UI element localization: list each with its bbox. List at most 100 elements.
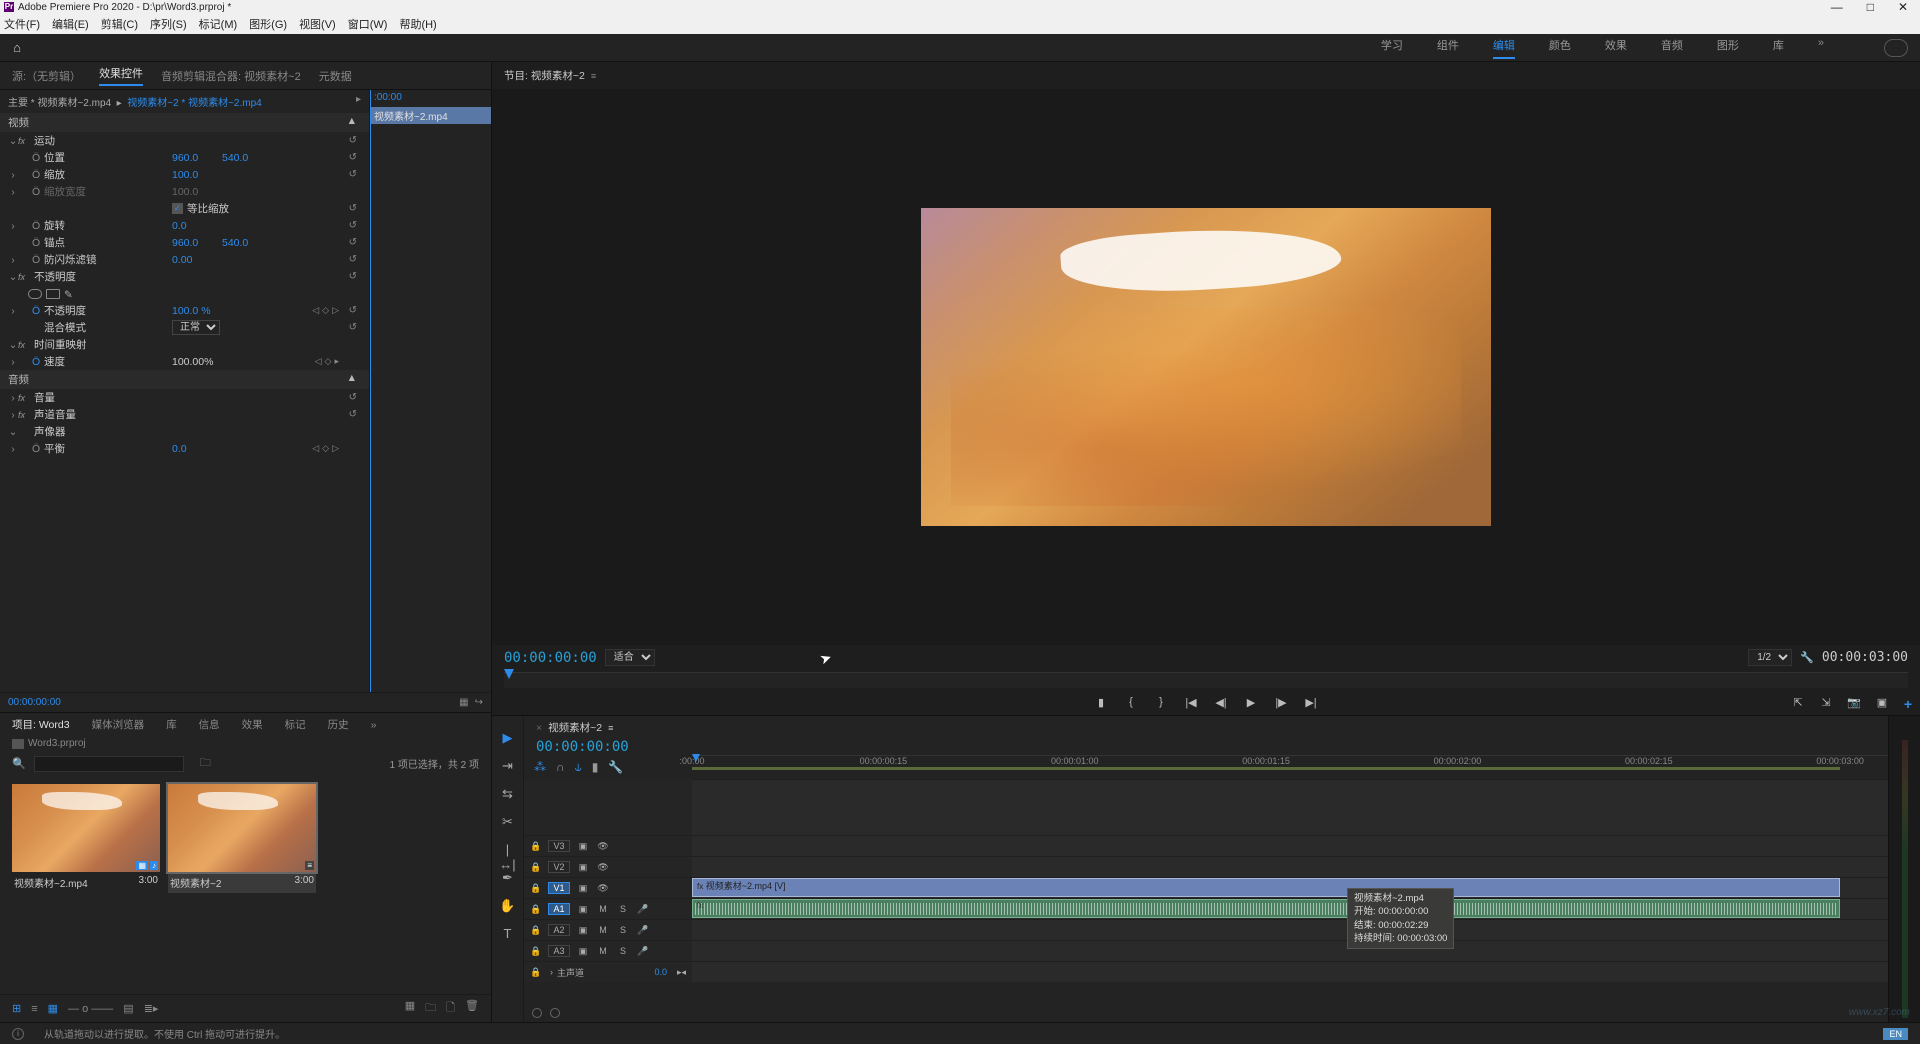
settings-wrench-icon[interactable]: 🔧 — [1800, 651, 1814, 664]
workspace-audio[interactable]: 音频 — [1661, 37, 1683, 59]
timeline-scroll-handle[interactable] — [550, 1008, 560, 1018]
panel-menu-icon[interactable]: ≡ — [608, 723, 613, 733]
workspace-learning[interactable]: 学习 — [1381, 37, 1403, 59]
new-item-icon[interactable]: 🗋 — [446, 999, 455, 1018]
track-a2[interactable] — [692, 919, 1888, 940]
solo-icon[interactable]: S — [616, 904, 630, 914]
play-button[interactable]: ▶ — [1243, 696, 1259, 709]
tab-effects[interactable]: 效果 — [242, 717, 263, 732]
ec-motion[interactable]: 运动 — [32, 133, 162, 148]
tab-project[interactable]: 项目: Word3 — [12, 717, 70, 732]
ec-balance-val[interactable]: 0.0 — [172, 443, 222, 455]
collapse-icon[interactable]: ▸◂ — [677, 967, 686, 978]
rect-mask-icon[interactable] — [46, 289, 60, 299]
menu-view[interactable]: 视图(V) — [299, 16, 336, 32]
track-v3[interactable] — [692, 835, 1888, 856]
razor-tool-icon[interactable]: ✂ — [499, 814, 517, 832]
marker-icon[interactable]: ▮ — [1093, 696, 1109, 709]
menu-help[interactable]: 帮助(H) — [399, 16, 436, 32]
workspace-assembly[interactable]: 组件 — [1437, 37, 1459, 59]
collapse-icon[interactable]: ▲ — [347, 115, 357, 127]
project-item-thumbnail[interactable]: ≡ — [168, 784, 316, 872]
ec-panner[interactable]: 声像器 — [32, 424, 162, 439]
workspace-overflow[interactable]: » — [1818, 37, 1824, 59]
video-clip[interactable]: fx 视频素材~2.mp4 [V] — [692, 878, 1840, 897]
timeline-ruler[interactable]: :00:00 00:00:00:15 00:00:01:00 00:00:01:… — [692, 755, 1888, 779]
comparison-icon[interactable]: ▣ — [1874, 696, 1890, 709]
tab-markers[interactable]: 标记 — [285, 717, 306, 732]
freeform-view-icon[interactable]: ⊞ — [12, 1002, 21, 1015]
ec-position-y[interactable]: 540.0 — [222, 152, 248, 164]
ec-opacity[interactable]: 不透明度 — [32, 269, 162, 284]
ec-sequence-clip[interactable]: 视频素材~2 * 视频素材~2.mp4 — [127, 98, 261, 109]
button-editor-icon[interactable]: + — [1904, 696, 1912, 712]
tab-source[interactable]: 源:（无剪辑） — [12, 68, 81, 84]
track-header-v2[interactable]: V2 — [548, 861, 570, 873]
step-back-icon[interactable]: ◀| — [1213, 696, 1229, 709]
lift-icon[interactable]: ⇱ — [1790, 696, 1806, 709]
next-keyframe-icon[interactable]: ▷ — [332, 305, 339, 316]
menu-sequence[interactable]: 序列(S) — [150, 16, 187, 32]
ec-speed-val[interactable]: 100.00% — [172, 356, 213, 368]
ec-antiflicker-val[interactable]: 0.00 — [172, 254, 222, 266]
automate-icon[interactable]: ≣▸ — [144, 1002, 159, 1015]
ec-loop-icon[interactable]: ↪ — [475, 697, 483, 708]
find-icon[interactable]: ▦ — [405, 999, 415, 1018]
ec-anchor-x[interactable]: 960.0 — [172, 237, 222, 249]
menu-clip[interactable]: 剪辑(C) — [101, 16, 138, 32]
tab-audio-mixer[interactable]: 音频剪辑混合器: 视频素材~2 — [161, 68, 301, 84]
mute-icon[interactable]: M — [596, 904, 610, 914]
zoom-slider-icon[interactable]: — o —— — [68, 1003, 113, 1015]
track-v1[interactable]: fx 视频素材~2.mp4 [V] — [692, 877, 1888, 898]
twirl-icon[interactable]: ⌄ — [8, 135, 18, 147]
ec-playhead[interactable] — [370, 90, 371, 692]
ec-master-clip[interactable]: 主要 * 视频素材~2.mp4 — [8, 98, 111, 109]
timeline-wrench-icon[interactable]: 🔧 — [608, 760, 623, 774]
sort-icon[interactable]: ▤ — [123, 1002, 133, 1015]
mark-out-icon[interactable]: } — [1153, 696, 1169, 709]
timeline-scroll-left[interactable] — [532, 1008, 542, 1018]
program-viewer[interactable] — [492, 89, 1920, 645]
program-scrubber[interactable] — [504, 672, 1908, 688]
ec-rotation-val[interactable]: 0.0 — [172, 220, 222, 232]
sequence-title[interactable]: 视频素材~2 — [548, 720, 602, 735]
tab-history[interactable]: 历史 — [328, 717, 349, 732]
search-icon[interactable] — [1884, 39, 1908, 57]
panel-menu-icon[interactable]: ≡ — [591, 71, 596, 81]
workspace-editing[interactable]: 编辑 — [1493, 37, 1515, 59]
new-bin-icon[interactable]: 🗀 — [425, 999, 436, 1018]
stopwatch-icon[interactable]: Ö — [32, 152, 42, 164]
reset-icon[interactable]: ↺ — [349, 135, 357, 146]
maximize-button[interactable]: □ — [1867, 0, 1874, 14]
blend-mode-select[interactable]: 正常 — [172, 320, 220, 335]
zoom-select[interactable]: 适合 — [605, 649, 655, 666]
stopwatch-active-icon[interactable]: Ö — [32, 305, 42, 317]
ripple-edit-tool-icon[interactable]: ⇆ — [499, 786, 517, 804]
project-item-thumbnail[interactable]: ▦♪ — [12, 784, 160, 872]
tab-effect-controls[interactable]: 效果控件 — [99, 65, 143, 86]
menu-edit[interactable]: 编辑(E) — [52, 16, 89, 32]
lock-icon[interactable]: 🔒 — [530, 841, 542, 852]
extract-icon[interactable]: ⇲ — [1818, 696, 1834, 709]
close-button[interactable]: ✕ — [1898, 0, 1908, 14]
sync-lock-icon[interactable]: ▣ — [576, 841, 590, 852]
prev-keyframe-icon[interactable]: ◁ — [312, 305, 319, 316]
track-header-v3[interactable]: V3 — [548, 840, 570, 852]
work-area-bar[interactable] — [692, 767, 1840, 770]
ec-timecode[interactable]: 00:00:00:00 — [8, 697, 61, 708]
timeline-settings-icon[interactable]: ▮ — [592, 760, 599, 774]
ec-channel-volume[interactable]: 声道音量 — [32, 407, 162, 422]
ec-opacity-val[interactable]: 100.0 % — [172, 305, 232, 317]
ec-volume[interactable]: 音量 — [32, 390, 162, 405]
track-select-tool-icon[interactable]: ⇥ — [499, 758, 517, 776]
program-title[interactable]: 节目: 视频素材~2 — [504, 68, 585, 83]
workspace-effects[interactable]: 效果 — [1605, 37, 1627, 59]
list-view-icon[interactable]: ≡ — [31, 1003, 37, 1015]
tab-media-browser[interactable]: 媒体浏览器 — [92, 717, 145, 732]
ec-scale-val[interactable]: 100.0 — [172, 169, 222, 181]
ec-anchor-y[interactable]: 540.0 — [222, 237, 248, 249]
master-volume[interactable]: 0.0 — [654, 967, 667, 977]
language-indicator[interactable]: EN — [1883, 1028, 1908, 1040]
menu-window[interactable]: 窗口(W) — [348, 16, 388, 32]
track-a1[interactable]: fx — [692, 898, 1888, 919]
